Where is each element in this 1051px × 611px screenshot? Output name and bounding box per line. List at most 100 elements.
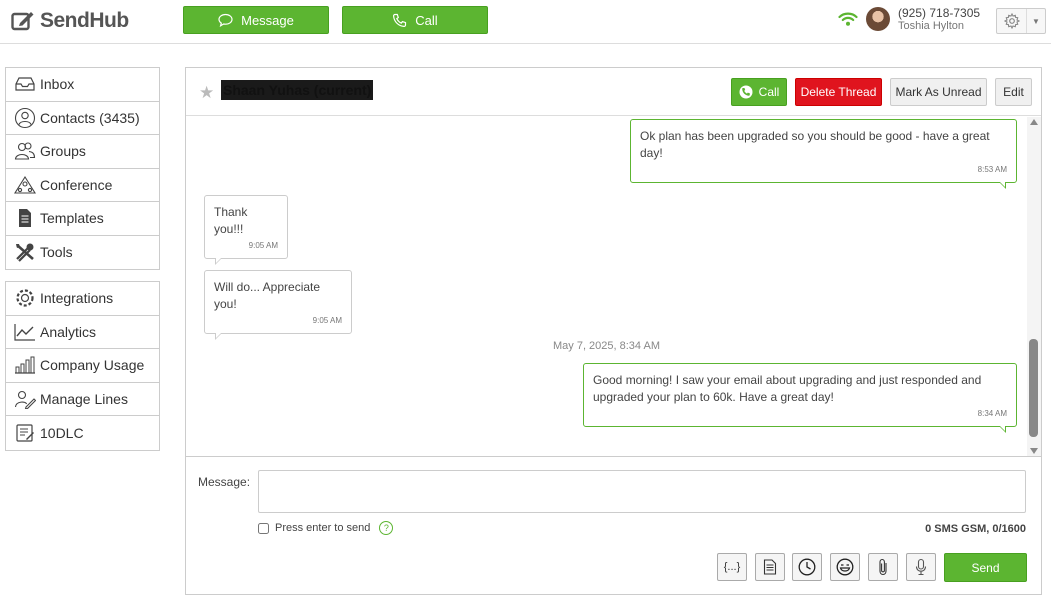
sidebar-item-inbox[interactable]: Inbox <box>6 68 159 102</box>
message-composer: Message: Press enter to send ? 0 SMS GSM… <box>186 456 1041 595</box>
date-separator: May 7, 2025, 8:34 AM <box>552 340 660 352</box>
new-message-label: Message <box>241 12 294 28</box>
contact-name[interactable]: Shaan Yuhas (current) <box>221 80 374 100</box>
sidebar-item-label: Contacts (3435) <box>40 109 140 126</box>
templates-button[interactable] <box>755 553 785 581</box>
user-name: Toshia Hylton <box>898 20 965 32</box>
enter-to-send-option[interactable]: Press enter to send ? <box>258 521 394 535</box>
message-time: 8:34 AM <box>977 409 1007 418</box>
tools-icon <box>13 241 37 263</box>
sidebar-item-templates[interactable]: Templates <box>6 202 159 236</box>
message-text: Ok plan has been upgraded so you should … <box>640 129 990 160</box>
microphone-icon <box>915 558 927 576</box>
sidebar-item-analytics[interactable]: Analytics <box>6 316 159 349</box>
sidebar-item-label: Conference <box>40 176 113 193</box>
message-label: Message: <box>198 475 251 489</box>
thread-header: ★ Shaan Yuhas (current) Call Delete Thre… <box>186 68 1041 116</box>
message-bubble-outgoing: Ok plan has been upgraded so you should … <box>630 119 1017 189</box>
sidebar-item-company-usage[interactable]: Company Usage <box>6 349 159 383</box>
scroll-down-arrow-icon[interactable] <box>1030 448 1038 454</box>
template-variable-icon: {...} <box>723 561 741 573</box>
sidebar-item-label: Inbox <box>40 76 75 93</box>
chevron-down-icon: ▼ <box>1032 16 1040 26</box>
sidebar-main-nav: Inbox Contacts (3435) Groups Conference … <box>5 67 160 270</box>
emoji-button[interactable] <box>830 553 860 581</box>
scrollbar-thumb[interactable] <box>1029 339 1038 437</box>
wifi-signal-icon <box>838 12 858 26</box>
user-phone-number: (925) 718-7305 <box>898 6 981 20</box>
message-time: 9:05 AM <box>248 241 278 250</box>
logo-text: SendHub <box>40 9 129 32</box>
sidebar-item-groups[interactable]: Groups <box>6 135 159 169</box>
sidebar-item-label: Integrations <box>40 290 114 307</box>
sendhub-logo[interactable]: SendHub <box>11 8 129 34</box>
message-list: Ok plan has been upgraded so you should … <box>186 117 1027 456</box>
sidebar-item-label: Tools <box>40 244 73 261</box>
chat-bubble-icon <box>218 13 233 27</box>
send-button[interactable]: Send <box>944 553 1027 582</box>
company-usage-icon <box>13 354 37 376</box>
insert-template-variable-button[interactable]: {...} <box>717 553 747 581</box>
paperclip-icon <box>879 558 887 576</box>
sidebar-item-label: Templates <box>40 210 104 227</box>
enter-to-send-label: Press enter to send <box>275 522 371 534</box>
new-call-button[interactable]: Call <box>342 6 488 34</box>
new-message-button[interactable]: Message <box>183 6 329 34</box>
inbox-icon <box>13 73 37 95</box>
scroll-up-arrow-icon[interactable] <box>1030 119 1038 125</box>
delete-thread-button[interactable]: Delete Thread <box>795 78 882 106</box>
sidebar-item-label: Groups <box>40 143 86 160</box>
phone-icon <box>393 13 407 27</box>
sidebar-item-10dlc[interactable]: 10DLC <box>6 416 159 450</box>
manage-lines-icon <box>13 388 37 410</box>
10dlc-icon <box>13 422 37 444</box>
edit-contact-button[interactable]: Edit <box>995 78 1032 106</box>
sidebar-admin-nav: Integrations Analytics Company Usage Man… <box>5 281 160 451</box>
sidebar-item-label: 10DLC <box>40 424 84 441</box>
schedule-message-button[interactable] <box>792 553 822 581</box>
message-text: Good morning! I saw your email about upg… <box>593 373 982 404</box>
conversation-panel: ★ Shaan Yuhas (current) Call Delete Thre… <box>185 67 1042 595</box>
sidebar-item-tools[interactable]: Tools <box>6 236 159 270</box>
logo-compose-icon <box>11 12 34 31</box>
new-call-label: Call <box>415 12 438 28</box>
message-text: Thank you!!! <box>214 205 248 236</box>
templates-icon <box>13 207 37 229</box>
attach-file-button[interactable] <box>868 553 898 581</box>
enter-to-send-checkbox[interactable] <box>258 522 269 534</box>
integrations-icon <box>13 287 37 309</box>
groups-icon <box>13 140 37 162</box>
message-time: 9:05 AM <box>312 316 342 325</box>
sidebar-item-label: Manage Lines <box>40 390 128 407</box>
thread-call-button[interactable]: Call <box>731 78 787 106</box>
voice-recording-button[interactable] <box>906 553 936 581</box>
message-bubble-incoming: Thank you!!! 9:05 AM <box>204 195 288 265</box>
sidebar-item-contacts[interactable]: Contacts (3435) <box>6 102 159 135</box>
message-text: Will do... Appreciate you! <box>214 280 321 311</box>
help-icon[interactable]: ? <box>379 521 394 535</box>
gear-icon <box>997 9 1027 33</box>
document-icon <box>763 559 777 575</box>
contacts-icon <box>13 107 37 129</box>
top-bar: SendHub Message Call (925) 718-7305 Tosh… <box>0 0 1051 44</box>
message-bubble-incoming: Will do... Appreciate you! 9:05 AM <box>204 270 352 340</box>
analytics-icon <box>13 321 37 343</box>
settings-dropdown-button[interactable]: ▼ <box>996 8 1046 34</box>
message-bubble-outgoing: Good morning! I saw your email about upg… <box>583 363 1017 433</box>
sidebar-item-conference[interactable]: Conference <box>6 169 159 202</box>
message-input[interactable] <box>258 470 1026 513</box>
smiley-icon <box>836 558 854 576</box>
message-scrollbar[interactable] <box>1027 117 1041 456</box>
phone-icon <box>739 85 753 99</box>
mark-as-unread-button[interactable]: Mark As Unread <box>890 78 987 106</box>
sidebar-item-manage-lines[interactable]: Manage Lines <box>6 383 159 416</box>
user-avatar[interactable] <box>866 7 890 31</box>
message-time: 8:53 AM <box>977 165 1007 174</box>
conference-icon <box>13 174 37 196</box>
star-icon[interactable]: ★ <box>199 83 214 103</box>
sidebar-item-integrations[interactable]: Integrations <box>6 282 159 316</box>
sms-character-count: 0 SMS GSM, 0/1600 <box>925 523 1026 535</box>
sidebar-item-label: Analytics <box>40 323 97 340</box>
sidebar-item-label: Company Usage <box>40 357 145 374</box>
thread-call-label: Call <box>758 85 780 99</box>
